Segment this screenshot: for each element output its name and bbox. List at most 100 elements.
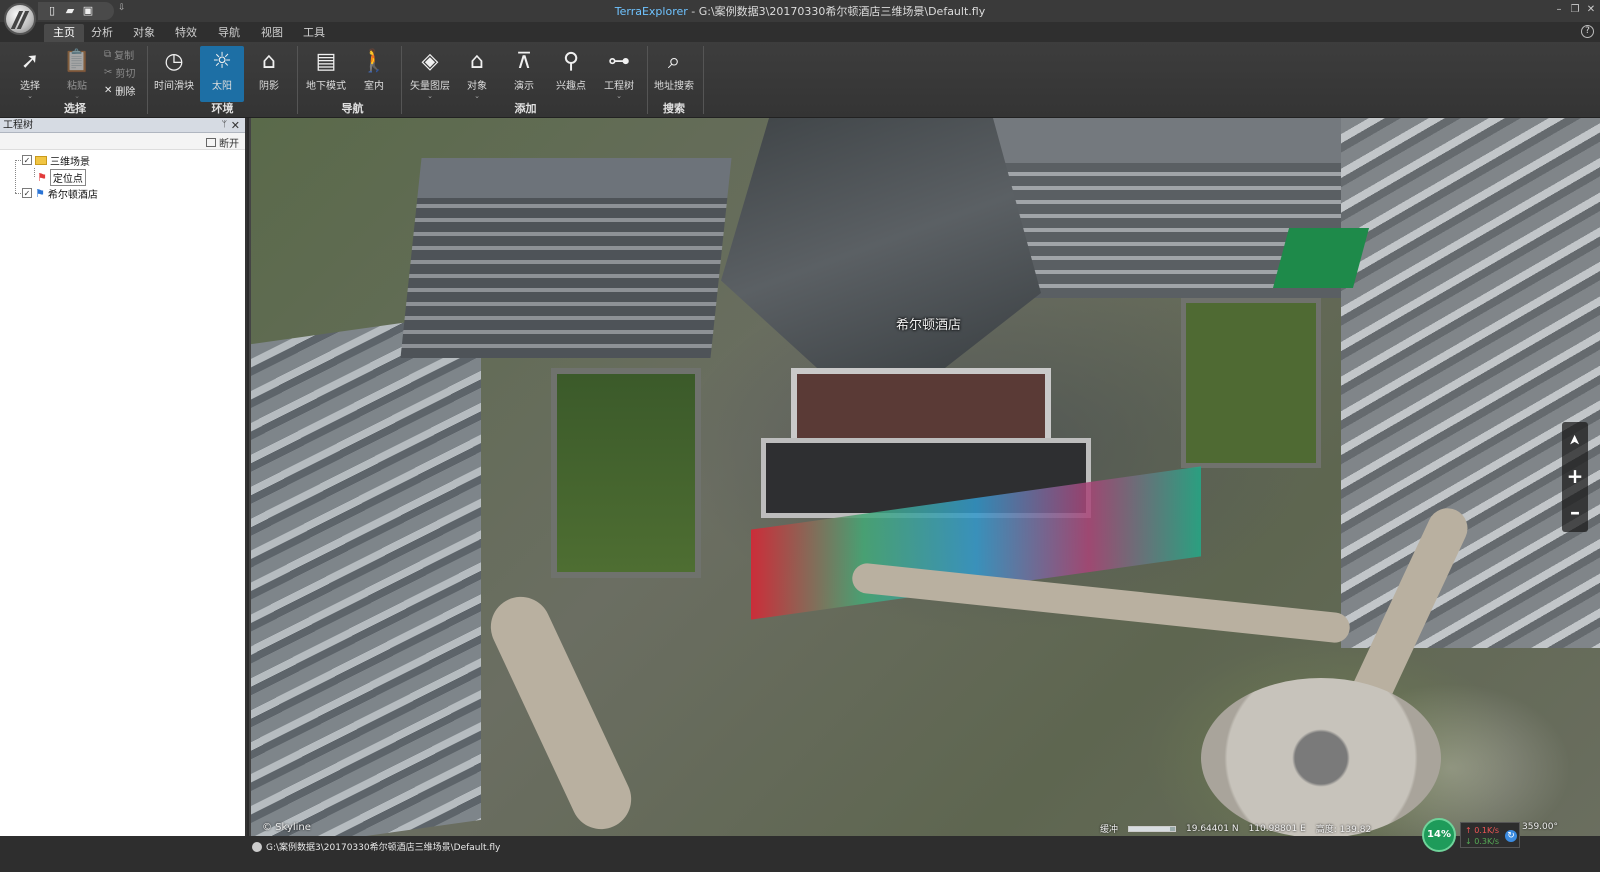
building-label[interactable]: 希尔顿酒店 bbox=[896, 314, 961, 333]
new-file-icon[interactable]: ▯ bbox=[46, 5, 58, 17]
poi-button[interactable]: ⚲ 兴趣点 bbox=[549, 46, 593, 102]
group-divider bbox=[147, 46, 148, 114]
copy-button[interactable]: ⧉ 复制 bbox=[104, 46, 134, 62]
quick-access-toolbar: ▯ ▰ ▣ bbox=[38, 2, 114, 20]
tree-node-label: 定位点 bbox=[49, 168, 86, 186]
app-logo-icon[interactable] bbox=[4, 3, 36, 35]
window-controls: – ❐ ✕ bbox=[1552, 2, 1598, 18]
house-icon: ⌂ bbox=[470, 49, 484, 74]
add-object-button[interactable]: ⌂ 对象 ⌄ bbox=[455, 46, 499, 102]
ribbon: ➚ 选择 ⌄ 📋 粘贴 ⌄ ⧉ 复制 ✂ 剪切 ✕ 删除 选择 ◷ 时间滑块 ☼ 太阳… bbox=[0, 42, 1600, 118]
cursor-arrow-icon: ➚ bbox=[20, 49, 40, 74]
presentation-button[interactable]: ⊼ 演示 bbox=[502, 46, 546, 102]
open-folder-icon[interactable]: ▰ bbox=[64, 5, 76, 17]
sun-button[interactable]: ☼ 太阳 bbox=[200, 46, 244, 102]
tab-objects[interactable]: 对象 bbox=[124, 24, 164, 42]
select-button[interactable]: ➚ 选择 ⌄ bbox=[8, 46, 52, 102]
scissors-icon: ✂ bbox=[104, 66, 113, 78]
tab-home[interactable]: 主页 bbox=[44, 24, 84, 42]
tab-view[interactable]: 视图 bbox=[252, 24, 292, 42]
streaming-progress: 14% bbox=[1422, 818, 1456, 852]
status-file-path: G:\案例数据3\20170330希尔顿酒店三维场景\Default.fly bbox=[252, 840, 500, 853]
delete-button[interactable]: ✕ 删除 bbox=[104, 82, 135, 98]
circular-plaza bbox=[1201, 678, 1441, 836]
panel-title: 工程树 bbox=[3, 120, 33, 131]
chevron-down-icon: ⌄ bbox=[427, 92, 433, 100]
building-top-left bbox=[400, 158, 732, 358]
group-divider bbox=[647, 46, 648, 114]
zoom-out-button[interactable]: – bbox=[1562, 494, 1588, 530]
help-icon[interactable]: ? bbox=[1581, 25, 1594, 38]
indoor-button[interactable]: 🚶 室内 bbox=[352, 46, 396, 102]
close-button[interactable]: ✕ bbox=[1584, 2, 1598, 18]
tree-node-hotel[interactable]: ✓ ⚑ 希尔顿酒店 bbox=[22, 185, 98, 201]
group-label-select: 选择 bbox=[64, 102, 86, 115]
group-label-navigation: 导航 bbox=[341, 102, 364, 115]
pin-icon[interactable]: ᛘ bbox=[222, 118, 227, 133]
group-label-environment: 环境 bbox=[211, 102, 234, 115]
zoom-in-button[interactable]: + bbox=[1562, 458, 1588, 494]
window-title: TerraExplorer - G:\案例数据3\20170330希尔顿酒店三维… bbox=[0, 3, 1600, 19]
group-label-search: 搜索 bbox=[663, 102, 685, 115]
ribbon-tabs: 主页 分析 对象 特效 导航 视图 工具 bbox=[0, 22, 1600, 42]
walking-person-icon: 🚶 bbox=[360, 49, 388, 74]
clipboard-icon: 📋 bbox=[63, 49, 91, 74]
disconnect-icon bbox=[206, 138, 216, 147]
status-bar bbox=[0, 836, 1600, 872]
tab-effects[interactable]: 特效 bbox=[166, 24, 206, 42]
green-roof bbox=[1272, 228, 1370, 288]
network-status-icon[interactable]: ↻ bbox=[1505, 830, 1517, 842]
chevron-down-icon: ⌄ bbox=[27, 92, 33, 100]
hotel-main-roof bbox=[721, 118, 1041, 368]
group-divider bbox=[703, 46, 704, 114]
cut-button[interactable]: ✂ 剪切 bbox=[104, 64, 135, 80]
save-icon[interactable]: ▣ bbox=[82, 5, 94, 17]
minimize-button[interactable]: – bbox=[1552, 2, 1566, 18]
title-bar: ▯ ▰ ▣ ⇩ TerraExplorer - G:\案例数据3\2017033… bbox=[0, 0, 1600, 22]
tree-connector bbox=[15, 160, 16, 193]
building-right bbox=[1341, 118, 1600, 648]
underground-mode-button[interactable]: ▤ 地下模式 bbox=[304, 46, 348, 102]
address-search-button[interactable]: ⌕ 地址搜索 bbox=[652, 46, 696, 102]
visibility-checkbox[interactable]: ✓ bbox=[22, 155, 32, 165]
project-tree-button[interactable]: ⊶ 工程树 ⌄ bbox=[597, 46, 641, 102]
3d-viewport[interactable]: 希尔顿酒店 ➤ + – bbox=[249, 118, 1600, 836]
title-file-path: G:\案例数据3\20170330希尔顿酒店三维场景\Default.fly bbox=[698, 5, 986, 18]
model-pin-icon: ⚑ bbox=[35, 186, 45, 200]
tree-node-label: 三维场景 bbox=[50, 156, 90, 168]
presentation-easel-icon: ⊼ bbox=[515, 49, 533, 74]
file-status-icon bbox=[252, 841, 262, 852]
compass-north-icon[interactable]: ➤ bbox=[1557, 427, 1593, 453]
time-slider-button[interactable]: ◷ 时间滑块 bbox=[152, 46, 196, 102]
copy-icon: ⧉ bbox=[104, 48, 112, 60]
tree-node-label: 希尔顿酒店 bbox=[47, 189, 98, 201]
tree-connector bbox=[34, 168, 35, 177]
project-tree: ✓ 三维场景 ⚑ 定位点 ✓ ⚑ 希尔顿酒店 bbox=[0, 150, 245, 201]
vector-layer-button[interactable]: ◈ 矢量图层 ⌄ bbox=[408, 46, 452, 102]
panel-toolbar: 断开 bbox=[0, 133, 245, 150]
group-label-add: 添加 bbox=[514, 102, 537, 115]
visibility-checkbox[interactable]: ✓ bbox=[22, 188, 32, 198]
restore-button[interactable]: ❐ bbox=[1568, 2, 1582, 18]
sun-icon: ☼ bbox=[212, 49, 232, 74]
navigation-control: ➤ + – bbox=[1562, 422, 1588, 532]
paste-button[interactable]: 📋 粘贴 ⌄ bbox=[55, 46, 99, 102]
tab-analysis[interactable]: 分析 bbox=[82, 24, 122, 42]
altitude-readout: 高度: 139.82 bbox=[1315, 825, 1372, 835]
title-separator: - bbox=[687, 5, 699, 18]
tab-tools[interactable]: 工具 bbox=[294, 24, 334, 42]
walkway bbox=[850, 561, 1352, 645]
shadow-button[interactable]: ⌂ 阴影 bbox=[247, 46, 291, 102]
map-pin-icon: ⚲ bbox=[562, 49, 580, 74]
qat-customize-button[interactable]: ⇩ bbox=[118, 3, 126, 13]
underground-icon: ▤ bbox=[315, 49, 337, 74]
coordinate-readout: 缓冲 19.64401 N 110.98801 E 高度: 139.82 bbox=[1100, 822, 1372, 836]
tree-node-scene[interactable]: ✓ 三维场景 bbox=[22, 152, 90, 168]
tree-node-location[interactable]: ⚑ 定位点 bbox=[37, 168, 86, 186]
group-divider bbox=[297, 46, 298, 114]
clock-icon: ◷ bbox=[164, 49, 184, 74]
buffer-label: 缓冲 bbox=[1100, 825, 1119, 835]
tab-navigation[interactable]: 导航 bbox=[209, 24, 249, 42]
panel-close-icon[interactable]: ✕ bbox=[231, 118, 240, 133]
disconnect-button[interactable]: 断开 bbox=[206, 135, 239, 150]
